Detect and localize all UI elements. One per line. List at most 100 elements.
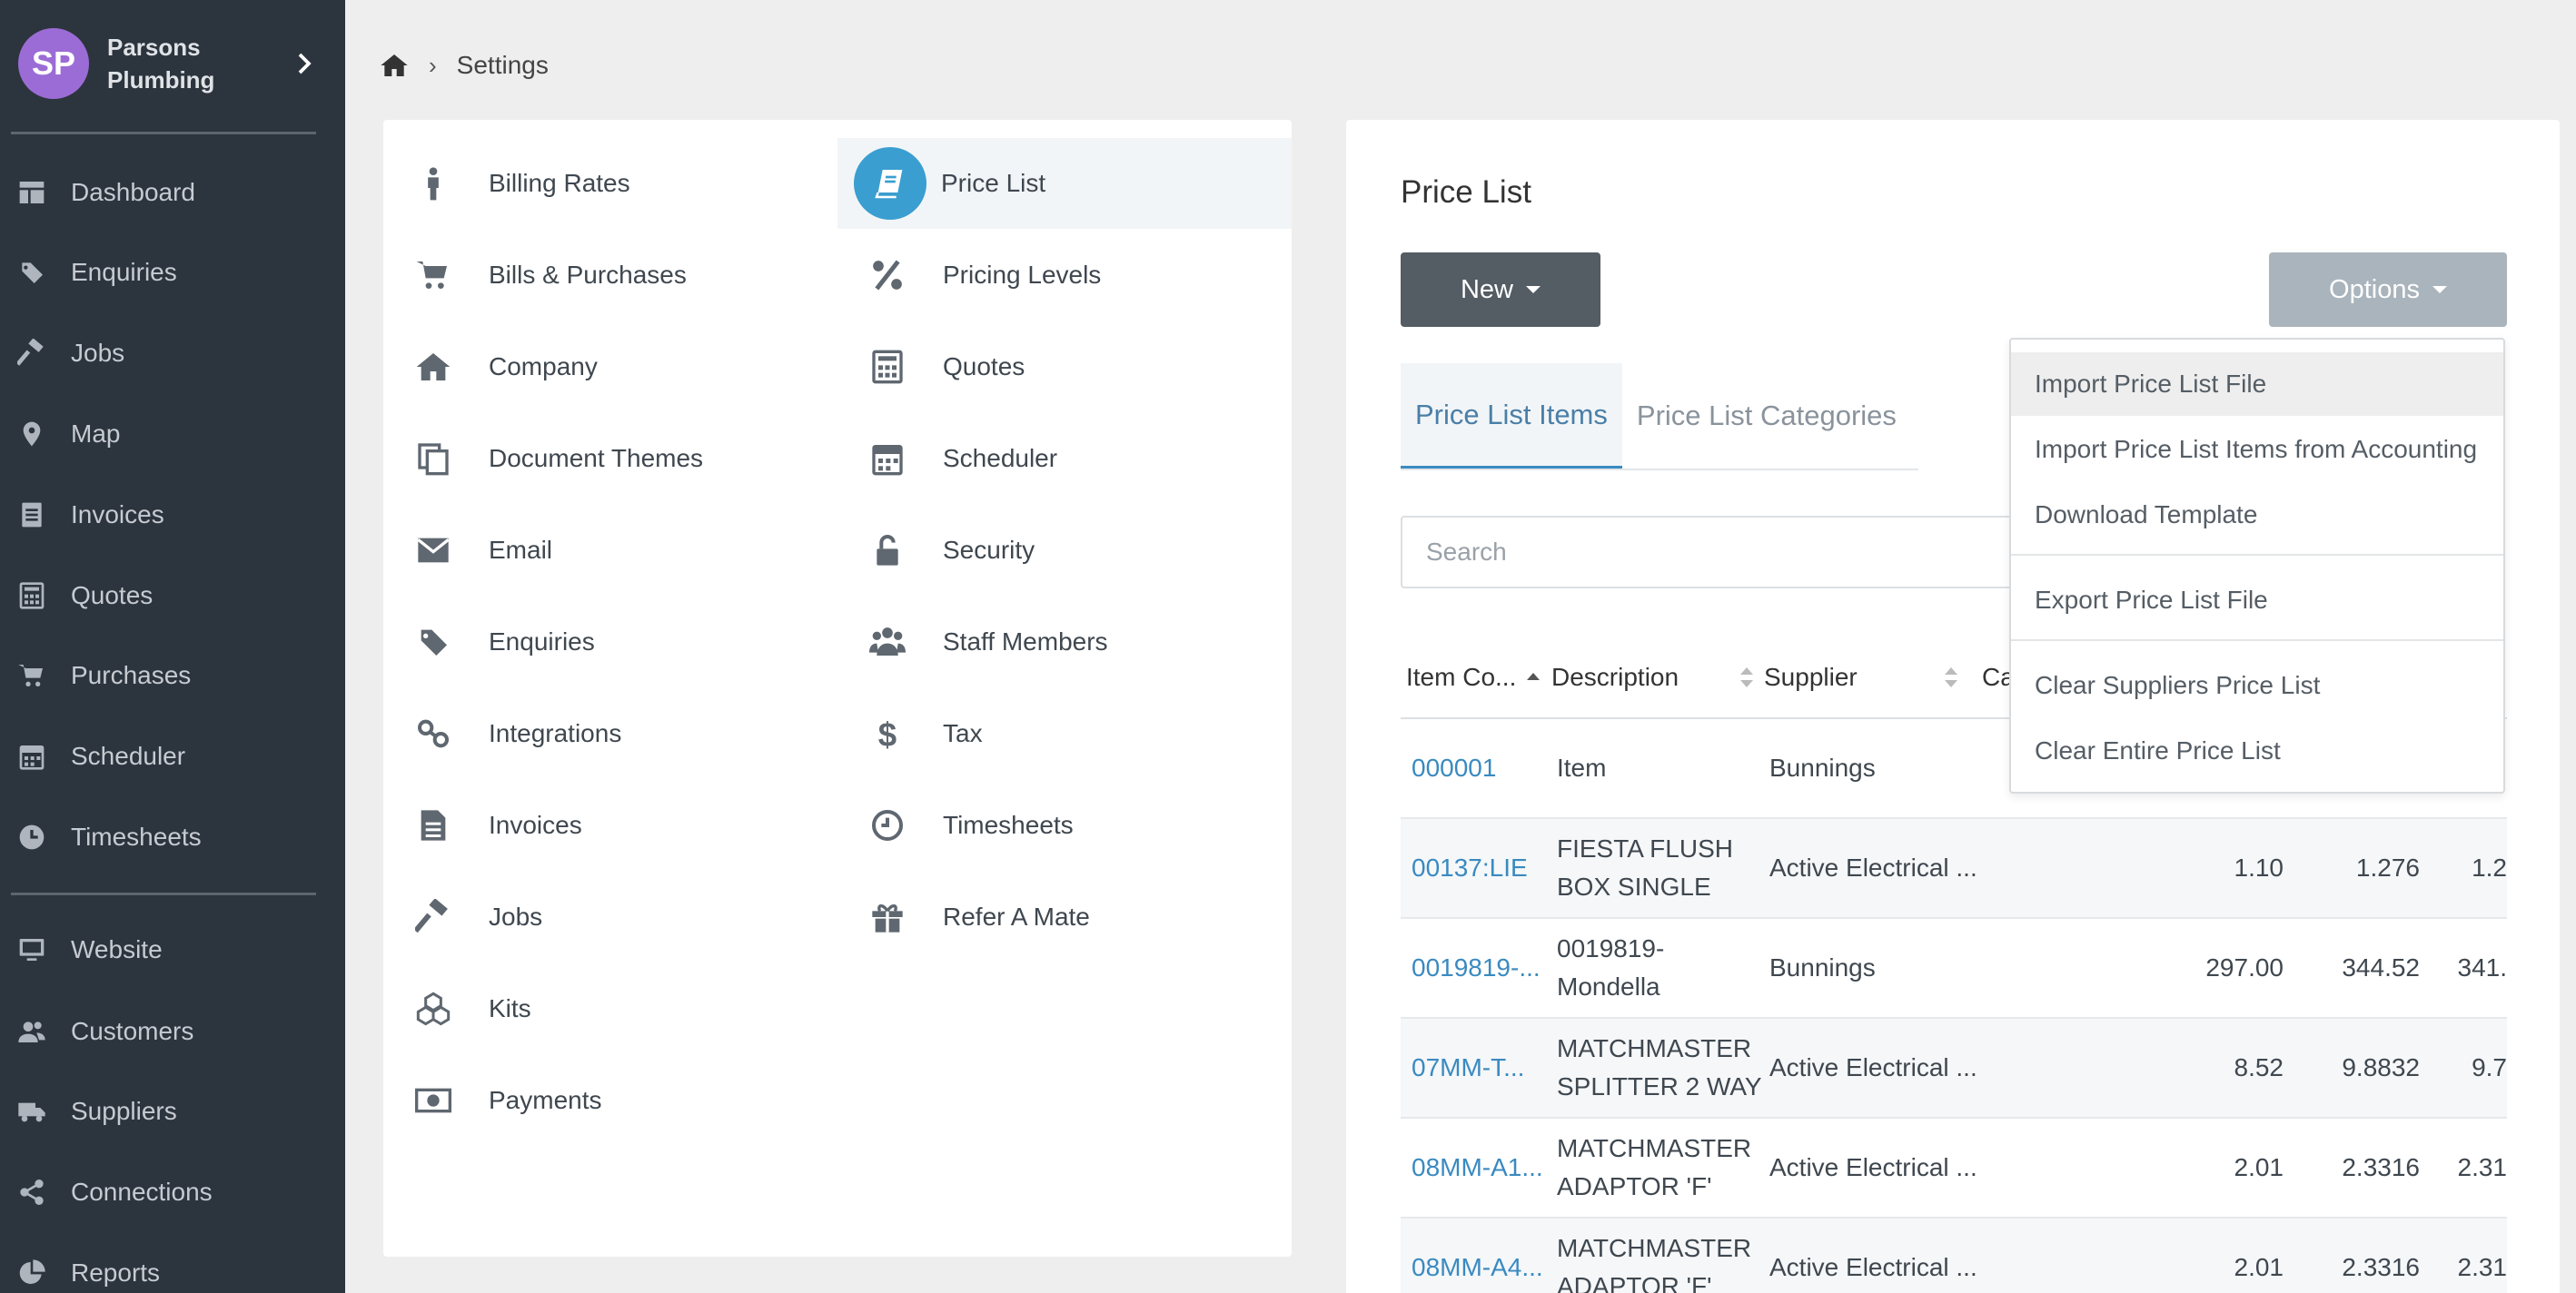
tab-price-list-items[interactable]: Price List Items <box>1401 363 1622 469</box>
nav-item-dashboard[interactable]: Dashboard <box>0 165 345 220</box>
home-icon[interactable] <box>380 51 409 80</box>
column-header-item-code[interactable]: Item Co... <box>1406 636 1540 719</box>
setting-security[interactable]: Security <box>865 505 1292 596</box>
setting-price-list[interactable]: Price List <box>837 138 1292 229</box>
cost-cell: 8.52 <box>2164 1019 2284 1117</box>
nav-item-map[interactable]: Map <box>0 407 345 461</box>
description-line: MATCHMASTER <box>1557 1130 1751 1168</box>
description-cell: Item <box>1557 719 1766 817</box>
pie-chart-icon <box>16 1258 47 1288</box>
setting-invoices[interactable]: Invoices <box>411 780 837 871</box>
item-code-link[interactable]: 000001 <box>1412 719 1546 817</box>
sidebar: SP Parsons Plumbing Dashboard Enquiries … <box>0 0 345 1293</box>
sidebar-divider <box>11 132 316 134</box>
nav-item-website[interactable]: Website <box>0 923 345 977</box>
percent-icon <box>865 252 910 298</box>
item-code-link[interactable]: 07MM-T... <box>1412 1019 1546 1117</box>
setting-label: Jobs <box>489 903 542 932</box>
calendar-icon <box>865 436 910 481</box>
setting-jobs[interactable]: Jobs <box>411 872 837 962</box>
hammer-icon <box>16 338 47 369</box>
tags-icon <box>16 257 47 288</box>
setting-document-themes[interactable]: Document Themes <box>411 413 837 504</box>
setting-label: Refer A Mate <box>943 903 1090 932</box>
item-code-link[interactable]: 08MM-A4... <box>1412 1219 1546 1293</box>
setting-timesheets[interactable]: Timesheets <box>865 780 1292 871</box>
tab-price-list-categories[interactable]: Price List Categories <box>1622 363 1911 469</box>
account-switcher[interactable]: SP Parsons Plumbing <box>18 27 327 100</box>
price-cell: 1.276 <box>2300 819 2420 917</box>
setting-label: Enquiries <box>489 627 595 656</box>
menu-item-import-price-list-file[interactable]: Import Price List File <box>2011 352 2503 416</box>
search-input[interactable]: Search <box>1401 516 2036 588</box>
setting-staff-members[interactable]: Staff Members <box>865 597 1292 687</box>
nav-item-jobs[interactable]: Jobs <box>0 326 345 380</box>
item-code-link[interactable]: 08MM-A1... <box>1412 1119 1546 1217</box>
table-row[interactable]: 00137:LIEFIESTA FLUSHBOX SINGLEActive El… <box>1401 819 2507 919</box>
copy-icon <box>411 436 456 481</box>
new-button[interactable]: New <box>1401 252 1600 327</box>
cart-icon <box>411 252 456 298</box>
table-row[interactable]: 0019819-...0019819-MondellaBunnings297.0… <box>1401 919 2507 1019</box>
nav-item-enquiries[interactable]: Enquiries <box>0 245 345 300</box>
users-icon <box>865 619 910 665</box>
nav-item-scheduler[interactable]: Scheduler <box>0 729 345 784</box>
chevron-right-icon <box>291 50 318 77</box>
item-code-link[interactable]: 0019819-... <box>1412 919 1546 1017</box>
description-line: Item <box>1557 749 1606 787</box>
description-line: BOX SINGLE <box>1557 868 1733 906</box>
nav-label: Connections <box>71 1178 213 1207</box>
table-row[interactable]: 08MM-A1...MATCHMASTERADAPTOR 'F'Active E… <box>1401 1119 2507 1219</box>
setting-company[interactable]: Company <box>411 321 837 412</box>
options-button[interactable]: Options <box>2269 252 2507 327</box>
menu-item-import-from-accounting[interactable]: Import Price List Items from Accounting <box>2011 418 2503 481</box>
nav-item-invoices[interactable]: Invoices <box>0 488 345 542</box>
column-header-description[interactable]: Description <box>1551 636 1753 719</box>
unlock-icon <box>865 528 910 573</box>
breadcrumb-current: Settings <box>457 51 549 80</box>
setting-enquiries[interactable]: Enquiries <box>411 597 837 687</box>
options-button-label: Options <box>2329 275 2420 305</box>
setting-label: Email <box>489 536 552 565</box>
nav-item-timesheets[interactable]: Timesheets <box>0 810 345 864</box>
money-icon <box>411 1078 456 1123</box>
nav-label: Map <box>71 419 120 449</box>
setting-payments[interactable]: Payments <box>411 1055 837 1146</box>
table-row[interactable]: 08MM-A4...MATCHMASTERADAPTOR 'F'Active E… <box>1401 1219 2507 1293</box>
setting-scheduler[interactable]: Scheduler <box>865 413 1292 504</box>
menu-item-download-template[interactable]: Download Template <box>2011 483 2503 547</box>
nav-item-reports[interactable]: Reports <box>0 1246 345 1293</box>
description-line: SPLITTER 2 WAY <box>1557 1068 1762 1106</box>
nav-item-customers[interactable]: Customers <box>0 1004 345 1059</box>
column-header-supplier[interactable]: Supplier <box>1764 636 1957 719</box>
person-icon <box>411 161 456 206</box>
envelope-icon <box>411 528 456 573</box>
setting-kits[interactable]: Kits <box>411 963 837 1054</box>
description-line: Mondella <box>1557 968 1664 1006</box>
nav-item-suppliers[interactable]: Suppliers <box>0 1084 345 1139</box>
users-icon <box>16 1016 47 1047</box>
setting-refer-a-mate[interactable]: Refer A Mate <box>865 872 1292 962</box>
setting-tax[interactable]: $ Tax <box>865 688 1292 779</box>
menu-item-clear-entire-price-list[interactable]: Clear Entire Price List <box>2011 719 2503 783</box>
sort-icon <box>1945 667 1957 687</box>
setting-bills-purchases[interactable]: Bills & Purchases <box>411 230 837 321</box>
setting-pricing-levels[interactable]: Pricing Levels <box>865 230 1292 321</box>
share-icon <box>16 1177 47 1208</box>
truck-icon <box>16 1096 47 1127</box>
nav-item-connections[interactable]: Connections <box>0 1165 345 1219</box>
setting-integrations[interactable]: Integrations <box>411 688 837 779</box>
setting-quotes[interactable]: Quotes <box>865 321 1292 412</box>
menu-item-export-price-list-file[interactable]: Export Price List File <box>2011 568 2503 632</box>
menu-item-clear-suppliers-price-list[interactable]: Clear Suppliers Price List <box>2011 654 2503 717</box>
sidebar-divider <box>11 893 316 895</box>
cost-cell: 1.10 <box>2164 819 2284 917</box>
nav-item-quotes[interactable]: Quotes <box>0 568 345 623</box>
setting-billing-rates[interactable]: Billing Rates <box>411 138 837 229</box>
nav-item-purchases[interactable]: Purchases <box>0 648 345 703</box>
item-code-link[interactable]: 00137:LIE <box>1412 819 1546 917</box>
clock-icon <box>16 822 47 853</box>
setting-email[interactable]: Email <box>411 505 837 596</box>
setting-label: Tax <box>943 719 983 748</box>
table-row[interactable]: 07MM-T...MATCHMASTERSPLITTER 2 WAYActive… <box>1401 1019 2507 1119</box>
